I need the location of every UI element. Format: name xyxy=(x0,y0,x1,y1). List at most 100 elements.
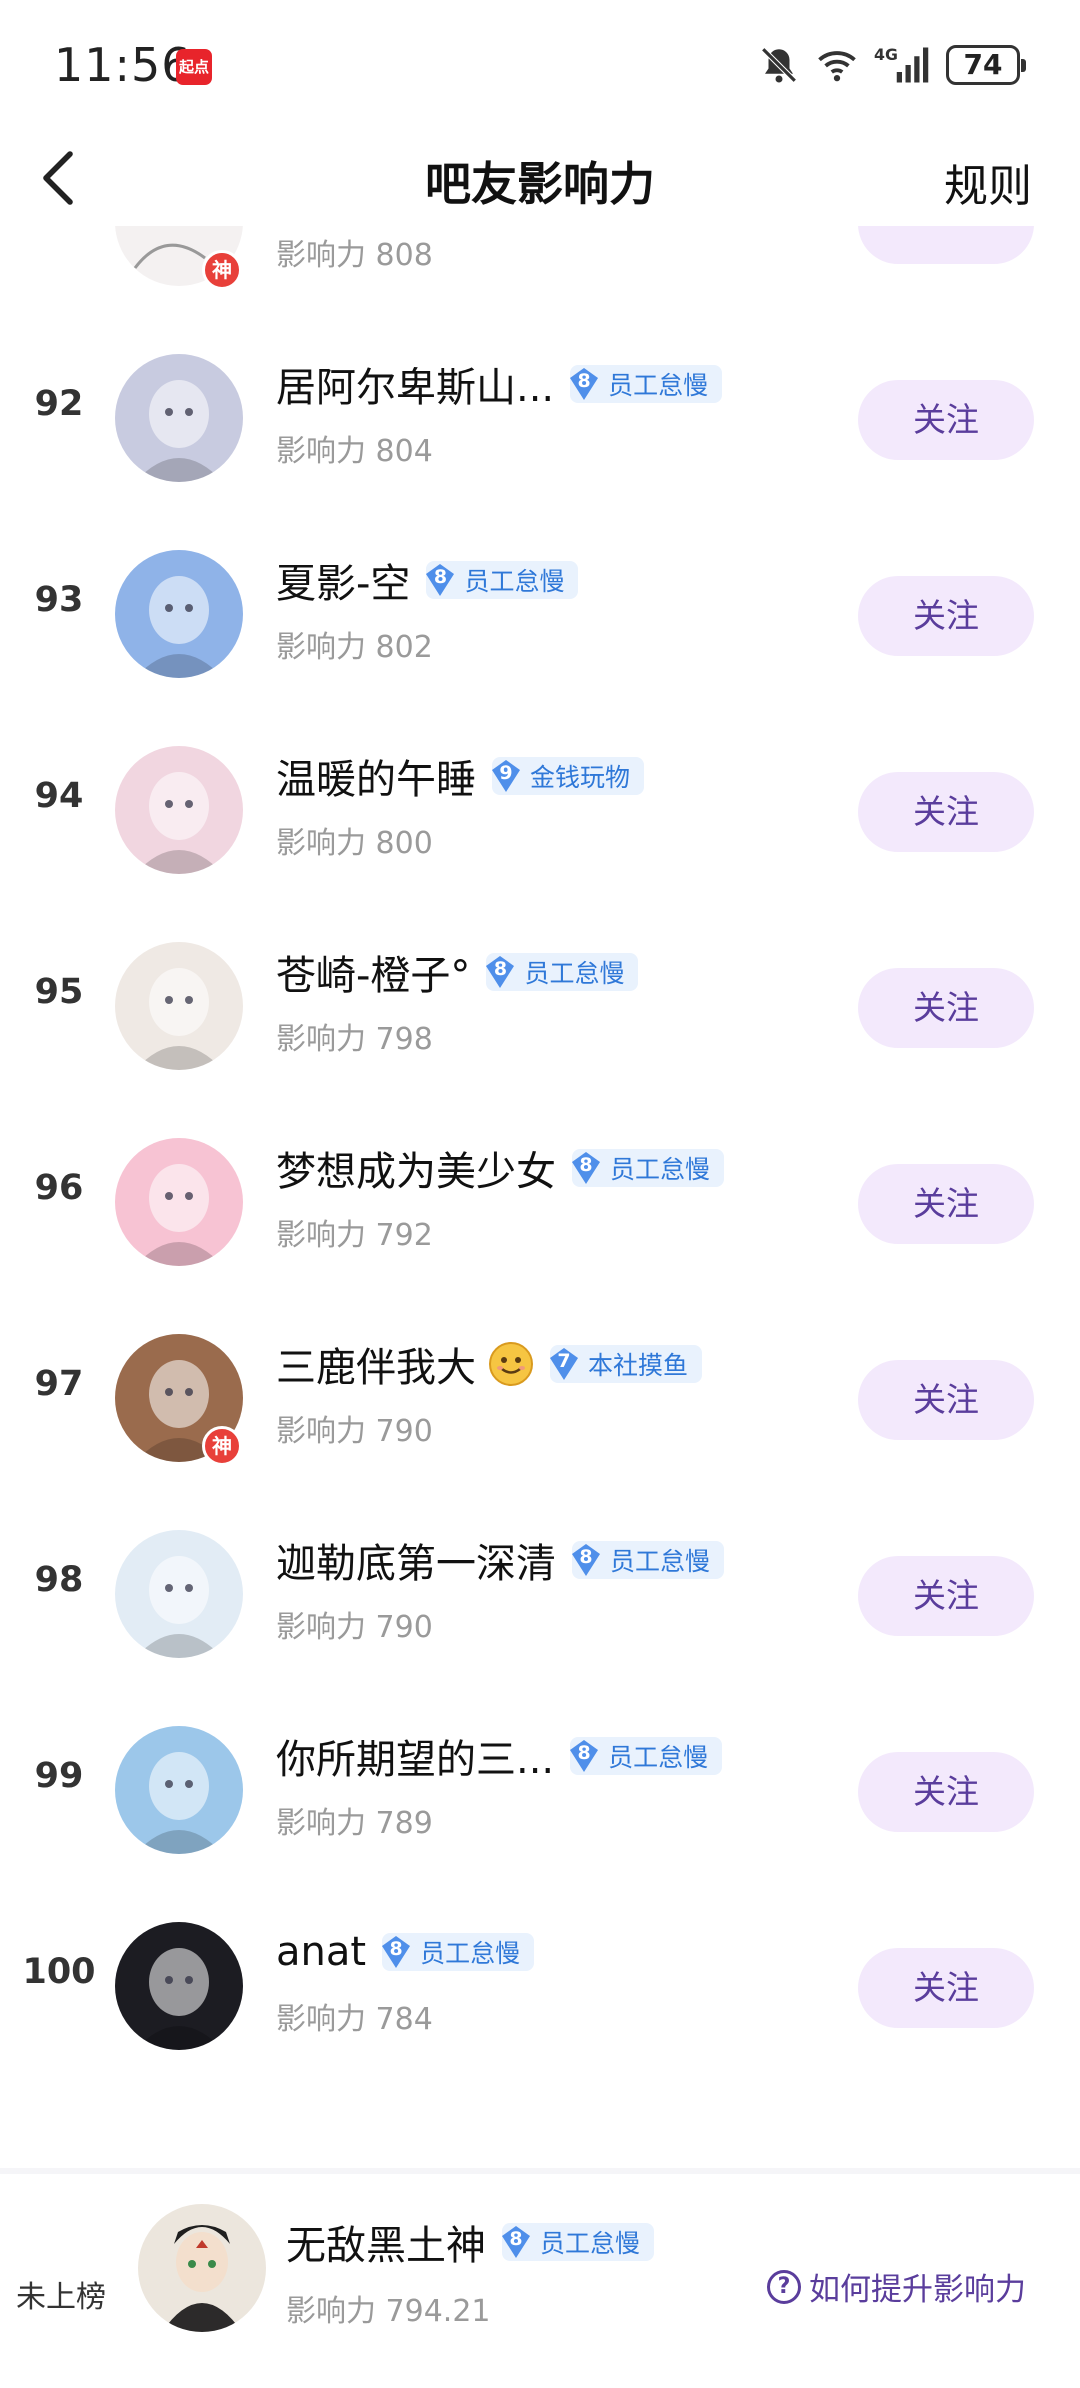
rank-number: 99 xyxy=(34,1756,84,1796)
name-line: 三鹿伴我大 7 本社摸鱼 xyxy=(276,1335,703,1393)
username[interactable]: 迦勒底第一深清 xyxy=(276,1531,556,1589)
avatar[interactable] xyxy=(115,1726,243,1854)
badge-title: 金钱玩物 xyxy=(530,763,631,792)
influence-value: 影响力 798 xyxy=(276,1022,433,1057)
list-item[interactable]: 96 梦想成为美少女 8 员工怠慢 影响力 792 关注 xyxy=(0,1106,1080,1302)
follow-button[interactable]: 关注 xyxy=(858,1948,1034,2028)
badge-title: 员工怠慢 xyxy=(540,2229,641,2258)
follow-button[interactable]: 关注 xyxy=(858,1556,1034,1636)
level-badge: 8 员工怠慢 xyxy=(382,1933,535,1971)
level-gem-icon: 8 xyxy=(424,562,456,598)
level-gem-icon: 8 xyxy=(570,1542,602,1578)
follow-button[interactable]: 关注 xyxy=(858,1360,1034,1440)
avatar-image xyxy=(115,354,243,482)
avatar[interactable] xyxy=(115,354,243,482)
username[interactable]: 苍崎-橙子° xyxy=(276,943,470,1001)
name-line: 梦想成为美少女 8 员工怠慢 xyxy=(276,1139,725,1197)
name-line: 温暖的午睡 9 金钱玩物 xyxy=(276,747,645,805)
list-item[interactable]: 97 神三鹿伴我大 7 本社摸鱼 影响力 790 关注 xyxy=(0,1302,1080,1498)
battery-icon: 74 xyxy=(946,45,1026,85)
avatar[interactable] xyxy=(115,550,243,678)
influence-value: 影响力 804 xyxy=(276,434,433,469)
level-gem-icon: 8 xyxy=(570,1150,602,1186)
avatar-image xyxy=(115,942,243,1070)
my-avatar-image xyxy=(138,2204,266,2332)
ranking-list[interactable]: 神 影响力 808 92 居阿尔卑斯山... 8 员工怠慢 影响力 804 关注 93 夏影-… xyxy=(0,226,1080,2176)
avatar[interactable] xyxy=(115,1530,243,1658)
mute-bell-icon xyxy=(761,47,797,83)
influence-value: 影响力 802 xyxy=(276,630,433,665)
rules-link[interactable]: 规则 xyxy=(944,150,1032,214)
how-to-improve-link[interactable]: ? 如何提升影响力 xyxy=(767,2264,1026,2309)
rank-number: 97 xyxy=(34,1364,84,1404)
status-time: 11:56 xyxy=(54,38,192,92)
follow-button[interactable]: 关注 xyxy=(858,1752,1034,1832)
level-badge: 8 员工怠慢 xyxy=(570,1737,723,1775)
influence-value: 影响力 792 xyxy=(276,1218,433,1253)
my-rank-bar: 未上榜 无敌黑土神 8 员工怠慢 影响力 794.21 ? 如何提升影响力 xyxy=(0,2168,1080,2388)
level-badge: 8 员工怠慢 xyxy=(424,561,579,599)
influence-value: 影响力 808 xyxy=(276,238,433,273)
influence-value: 影响力 789 xyxy=(276,1806,433,1841)
list-item[interactable]: 93 夏影-空 8 员工怠慢 影响力 802 关注 xyxy=(0,518,1080,714)
avatar-image xyxy=(115,1138,243,1266)
app-notification-icon: 起点 xyxy=(176,49,212,85)
rank-number: 94 xyxy=(34,776,84,816)
rank-number: 95 xyxy=(34,972,84,1012)
avatar[interactable] xyxy=(115,942,243,1070)
smile-emoji-icon xyxy=(489,1342,533,1386)
level-badge: 8 员工怠慢 xyxy=(570,1149,725,1187)
question-icon: ? xyxy=(767,2269,801,2304)
follow-button[interactable]: 关注 xyxy=(858,968,1034,1048)
username[interactable]: 夏影-空 xyxy=(276,551,410,609)
list-item[interactable]: 99 你所期望的三... 8 员工怠慢影响力 789 关注 xyxy=(0,1694,1080,1890)
follow-button[interactable] xyxy=(858,226,1034,264)
my-influence: 影响力 794.21 xyxy=(286,2294,491,2329)
avatar-image xyxy=(115,746,243,874)
status-icons: 4G 74 xyxy=(758,40,1026,90)
username[interactable]: anat xyxy=(276,1929,366,1975)
follow-button[interactable]: 关注 xyxy=(858,380,1034,460)
level-badge: 9 金钱玩物 xyxy=(492,757,645,795)
badge-title: 员工怠慢 xyxy=(464,567,565,596)
badge-title: 员工怠慢 xyxy=(420,1939,521,1968)
username[interactable]: 你所期望的三... xyxy=(276,1727,554,1785)
unranked-label: 未上榜 xyxy=(16,2280,106,2315)
god-badge-icon: 神 xyxy=(202,250,242,290)
avatar-image xyxy=(115,1922,243,2050)
status-bar: 11:56 起点 4G 74 xyxy=(0,0,1080,130)
influence-value: 影响力 800 xyxy=(276,826,433,861)
avatar-image xyxy=(115,1530,243,1658)
signal-4g-icon: 4G xyxy=(874,45,929,83)
username[interactable]: 梦想成为美少女 xyxy=(276,1139,556,1197)
list-item[interactable]: 100 anat 8 员工怠慢 影响力 784 关注 xyxy=(0,1890,1080,2086)
follow-button[interactable]: 关注 xyxy=(858,576,1034,656)
username[interactable]: 三鹿伴我大 xyxy=(276,1335,476,1393)
wifi-icon xyxy=(818,51,856,82)
badge-title: 员工怠慢 xyxy=(610,1547,711,1576)
list-item-partial: 神 影响力 808 xyxy=(0,226,1080,322)
username[interactable]: 居阿尔卑斯山... xyxy=(276,355,554,413)
list-item[interactable]: 94 温暖的午睡 9 金钱玩物影响力 800 关注 xyxy=(0,714,1080,910)
badge-title: 员工怠慢 xyxy=(524,959,625,988)
avatar-image xyxy=(115,1726,243,1854)
rank-number: 100 xyxy=(22,1952,96,1992)
level-badge: 8 员工怠慢 xyxy=(500,2223,655,2261)
my-username[interactable]: 无敌黑土神 xyxy=(286,2213,486,2271)
svg-text:4G: 4G xyxy=(874,45,898,64)
my-avatar[interactable] xyxy=(138,2204,266,2332)
influence-value: 影响力 790 xyxy=(276,1610,433,1645)
level-gem-icon: 8 xyxy=(500,2224,532,2260)
god-badge-icon: 神 xyxy=(202,1426,242,1466)
avatar[interactable] xyxy=(115,746,243,874)
name-line: anat 8 员工怠慢 xyxy=(276,1924,535,1980)
list-item[interactable]: 92 居阿尔卑斯山... 8 员工怠慢 影响力 804 关注 xyxy=(0,322,1080,518)
list-item[interactable]: 98 迦勒底第一深清 8 员工怠慢 影响力 790 关注 xyxy=(0,1498,1080,1694)
badge-title: 员工怠慢 xyxy=(610,1155,711,1184)
avatar[interactable] xyxy=(115,1922,243,2050)
list-item[interactable]: 95 苍崎-橙子° 8 员工怠慢 影响力 798 关注 xyxy=(0,910,1080,1106)
follow-button[interactable]: 关注 xyxy=(858,1164,1034,1244)
username[interactable]: 温暖的午睡 xyxy=(276,747,476,805)
avatar[interactable] xyxy=(115,1138,243,1266)
follow-button[interactable]: 关注 xyxy=(858,772,1034,852)
